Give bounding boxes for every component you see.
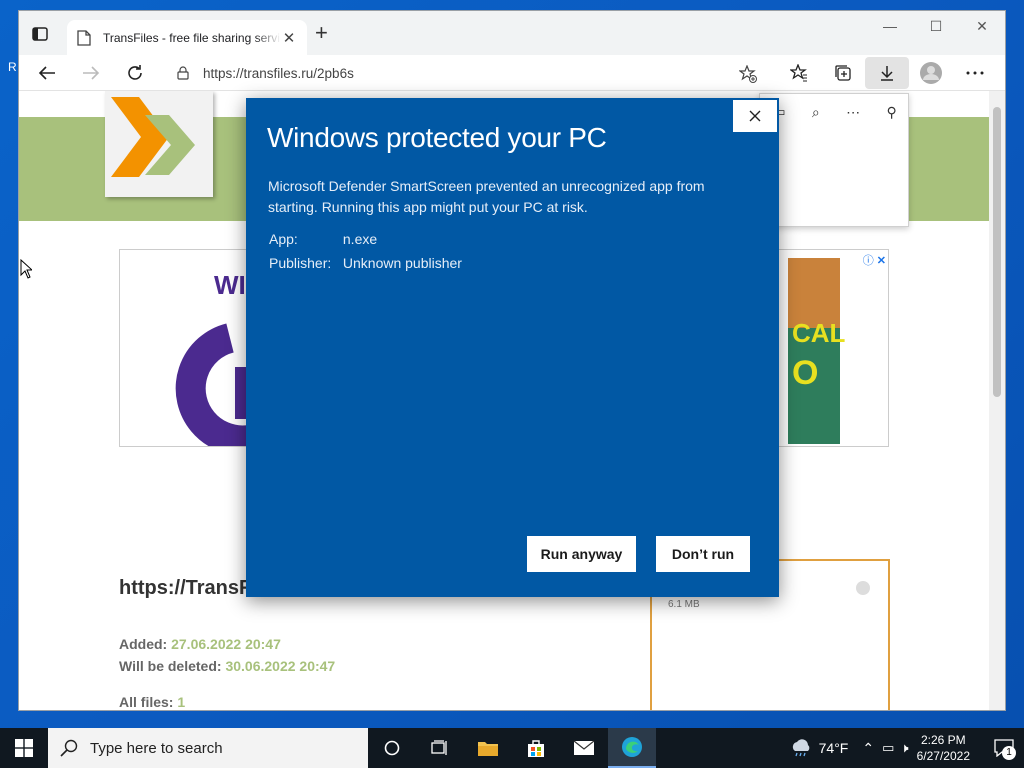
publisher-label: Publisher: <box>269 255 332 271</box>
downloads-icon[interactable] <box>865 57 909 89</box>
maximize-icon[interactable]: ☐ <box>913 11 959 41</box>
close-window-icon[interactable]: ✕ <box>959 11 1005 41</box>
edge-taskbar-icon[interactable] <box>608 728 656 768</box>
publisher-value: Unknown publisher <box>342 255 462 271</box>
added-row: Added: 27.06.2022 20:47 <box>119 636 281 652</box>
dialog-message: Microsoft Defender SmartScreen prevented… <box>268 178 705 215</box>
site-logo[interactable] <box>105 91 213 197</box>
network-icon[interactable]: ▭ <box>882 740 894 756</box>
system-tray: 74°F ⌃ ▭ 🕨 2:26 PM 6/27/2022 1 <box>789 728 1024 768</box>
settings-more-icon[interactable] <box>953 57 997 89</box>
minimize-icon[interactable]: — <box>867 11 913 41</box>
desktop-icon-label: R <box>8 60 17 74</box>
start-button[interactable] <box>0 728 48 768</box>
added-value: 27.06.2022 20:47 <box>171 636 281 652</box>
check-icon <box>856 581 870 595</box>
add-favorite-icon[interactable] <box>739 65 757 83</box>
dialog-title: Windows protected your PC <box>267 122 607 153</box>
deleted-label: Will be deleted: <box>119 658 222 674</box>
file-heading[interactable]: https://TransF <box>119 577 251 600</box>
toolbar-right <box>777 57 997 89</box>
file-explorer-icon[interactable] <box>464 728 512 768</box>
cloud-rain-icon <box>792 739 809 757</box>
taskbar: Type here to search 74°F ⌃ ▭ 🕨 2:26 PM 6… <box>0 728 1024 768</box>
more-icon[interactable]: ⋯ <box>846 104 860 121</box>
url-text[interactable]: https://transfiles.ru/2pb6s <box>203 66 354 81</box>
task-view-cortana-icon[interactable] <box>368 728 416 768</box>
downloads-popup-toolbar: ▭ ⌕ ⋯ ⚲ <box>760 94 910 130</box>
app-row: App: n.exe <box>269 231 377 247</box>
app-label: App: <box>269 231 298 247</box>
profile-avatar-icon[interactable] <box>909 57 953 89</box>
svg-text:CAL: CAL <box>792 318 846 348</box>
svg-text:WI: WI <box>214 270 246 300</box>
address-bar[interactable]: https://transfiles.ru/2pb6s <box>161 58 771 88</box>
file-size: 6.1 MB <box>668 599 700 610</box>
task-view-icon[interactable] <box>416 728 464 768</box>
deleted-row: Will be deleted: 30.06.2022 20:47 <box>119 658 335 674</box>
refresh-icon[interactable] <box>117 57 153 89</box>
tab-actions-icon[interactable] <box>31 25 49 43</box>
tab-strip: TransFiles - free file sharing service ✕… <box>19 11 1005 55</box>
search-placeholder: Type here to search <box>90 739 223 757</box>
scrollbar-thumb[interactable] <box>993 107 1001 397</box>
back-icon[interactable] <box>29 57 65 89</box>
deleted-value: 30.06.2022 20:47 <box>225 658 336 674</box>
favorites-icon[interactable] <box>777 57 821 89</box>
temperature: 74°F <box>818 740 849 756</box>
microsoft-store-icon[interactable] <box>512 728 560 768</box>
search-icon[interactable]: ⌕ <box>812 104 820 121</box>
notification-count: 1 <box>1002 746 1016 760</box>
action-center-icon[interactable]: 1 <box>984 728 1024 768</box>
collections-icon[interactable] <box>821 57 865 89</box>
ad-info-close-icon[interactable]: ⓘ ✕ <box>863 252 886 268</box>
lock-icon[interactable] <box>177 66 189 80</box>
clock[interactable]: 2:26 PM 6/27/2022 <box>917 732 970 764</box>
clock-date: 6/27/2022 <box>916 749 970 763</box>
tab-close-icon[interactable]: ✕ <box>281 29 297 47</box>
downloads-popup: ▭ ⌕ ⋯ ⚲ <box>759 93 909 227</box>
added-label: Added: <box>119 636 168 652</box>
forward-icon[interactable] <box>73 57 109 89</box>
pin-icon[interactable]: ⚲ <box>887 104 897 121</box>
tab-title: TransFiles - free file sharing service <box>103 30 281 45</box>
dialog-close-icon[interactable] <box>733 100 777 132</box>
dont-run-button[interactable]: Don’t run <box>656 536 750 572</box>
page-scrollbar[interactable] <box>989 91 1005 710</box>
windows-icon <box>15 739 33 757</box>
weather-widget[interactable]: 74°F <box>789 739 849 757</box>
clock-time: 2:26 PM <box>920 733 966 747</box>
run-anyway-button[interactable]: Run anyway <box>527 536 636 572</box>
files-row: All files: 1 <box>119 694 185 710</box>
mail-icon[interactable] <box>560 728 608 768</box>
browser-tab[interactable]: TransFiles - free file sharing service ✕ <box>67 20 307 55</box>
publisher-row: Publisher: Unknown publisher <box>269 255 462 271</box>
new-tab-icon[interactable]: + <box>315 22 328 44</box>
taskbar-search[interactable]: Type here to search <box>48 728 368 768</box>
page-icon <box>77 29 91 46</box>
files-label: All files: <box>119 694 174 710</box>
smartscreen-dialog: Windows protected your PC Microsoft Defe… <box>246 98 779 597</box>
volume-muted-icon[interactable]: 🕨 <box>900 740 908 756</box>
files-value: 1 <box>177 694 186 710</box>
chevron-up-icon[interactable]: ⌃ <box>862 740 874 757</box>
search-icon <box>60 739 78 757</box>
browser-toolbar: https://transfiles.ru/2pb6s <box>19 55 1005 91</box>
app-value: n.exe <box>342 231 378 247</box>
svg-text:O: O <box>792 354 818 392</box>
mouse-cursor-icon <box>20 259 32 279</box>
window-controls: — ☐ ✕ <box>867 11 1005 41</box>
